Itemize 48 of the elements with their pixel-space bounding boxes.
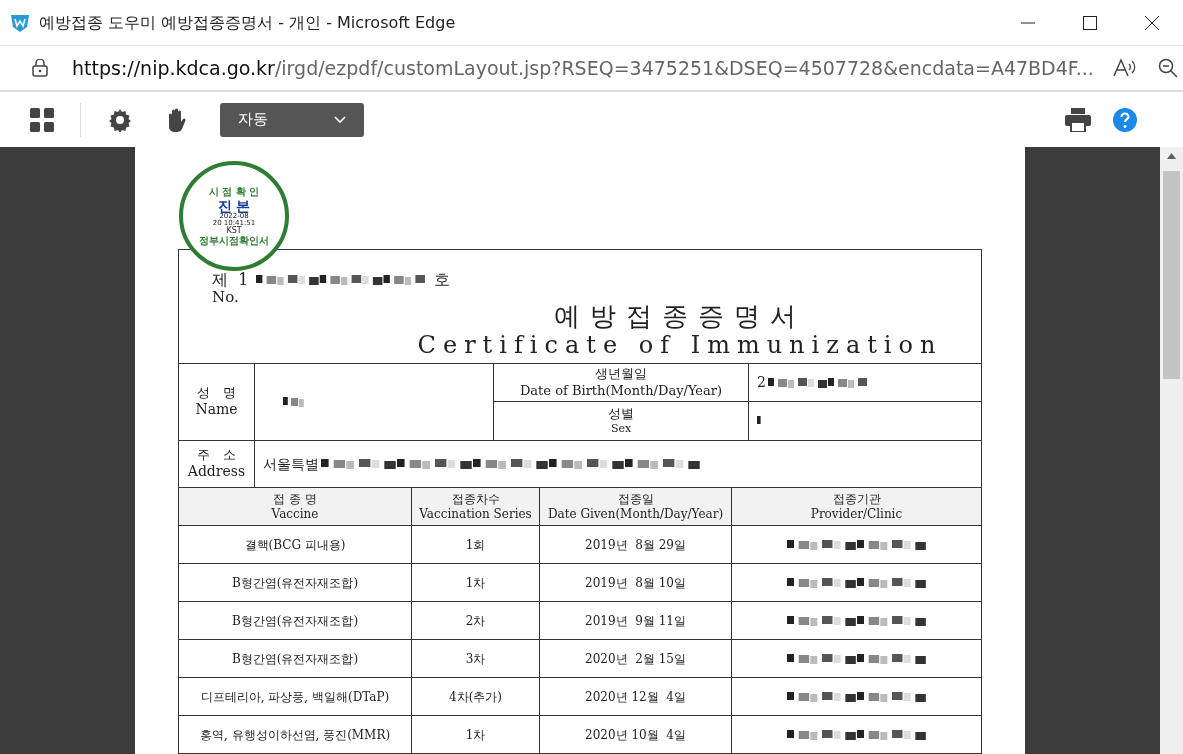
series-cell: 4차(추가) <box>412 678 540 715</box>
address-label: 주 소 <box>197 447 236 464</box>
column-header-ko: 접종기관 <box>832 491 881 507</box>
zoom-dropdown[interactable]: 자동 <box>220 102 364 137</box>
column-header-ko: 접종일 <box>617 491 654 507</box>
series-cell: 2차 <box>412 602 540 639</box>
vaccine-cell: B형간염(유전자재조합) <box>179 602 412 639</box>
birth-date-label: 생년월일 <box>595 366 647 383</box>
date-cell: 2019년 8월 29일 <box>540 526 732 563</box>
vaccine-cell: B형간염(유전자재조합) <box>179 564 412 601</box>
vaccine-cell: B형간염(유전자재조합) <box>179 640 412 677</box>
series-cell: 1회 <box>412 526 540 563</box>
date-cell: 2020년 12월 4일 <box>540 678 732 715</box>
date-cell: 2019년 9월 11일 <box>540 602 732 639</box>
address-label-en: Address <box>187 463 246 481</box>
name-label-en: Name <box>195 401 238 419</box>
birth-date-value: 2 <box>757 373 766 392</box>
certificate-number-label: 제 1 <box>212 272 249 288</box>
column-header-ko: 접종차수 <box>451 491 500 507</box>
series-cell: 1차 <box>412 564 540 601</box>
stamp-text: 진 본 <box>217 198 251 213</box>
stamp-zone: KST <box>226 226 242 235</box>
series-cell: 1차 <box>412 716 540 753</box>
vaccine-cell: 디프테리아, 파상풍, 백일해(DTaP) <box>179 678 412 715</box>
column-header-ko: 접 종 명 <box>273 491 317 507</box>
series-cell: 3차 <box>412 640 540 677</box>
date-cell: 2020년 10월 4일 <box>540 716 732 753</box>
sex-label-en: Sex <box>610 422 632 436</box>
date-cell: 2020년 2월 15일 <box>540 640 732 677</box>
date-cell: 2019년 8월 10일 <box>540 564 732 601</box>
name-label: 성 명 <box>197 385 236 402</box>
stamp-text: 정부시점확인서 <box>199 235 269 246</box>
column-header-en: Provider/Clinic <box>810 506 903 522</box>
column-header-en: Vaccination Series <box>419 506 532 522</box>
column-header-en: Vaccine <box>271 506 319 522</box>
vaccine-cell: 결핵(BCG 피내용) <box>179 526 412 563</box>
birth-date-label-en: Date of Birth(Month/Day/Year) <box>519 382 723 399</box>
vaccine-cell: 홍역, 유행성이하선염, 풍진(MMR) <box>179 716 412 753</box>
certificate-title: 예방접종증명서 <box>554 303 806 329</box>
window-title: 예방접종 도우미 예방접종증명서 - 개인 - Microsoft Edge <box>39 11 456 34</box>
certificate-title-en: Certificate of Immunization <box>417 333 943 357</box>
sex-label: 성별 <box>608 406 634 423</box>
certificate-number-label-en: No. <box>211 290 240 305</box>
certificate-number-suffix: 호 <box>434 272 451 288</box>
column-header-en: Date Given(Month/Day/Year) <box>547 506 724 522</box>
address-field[interactable]: https://nip.kdca.go.kr/irgd/ezpdf/customLayout.jsp?RSEQ=3475251&DSEQ=4507728&encdata=A47BD4F... <box>72 53 1094 83</box>
stamp-text: 시 점 확 인 <box>208 186 260 197</box>
address-value: 서울특별 <box>263 454 319 474</box>
